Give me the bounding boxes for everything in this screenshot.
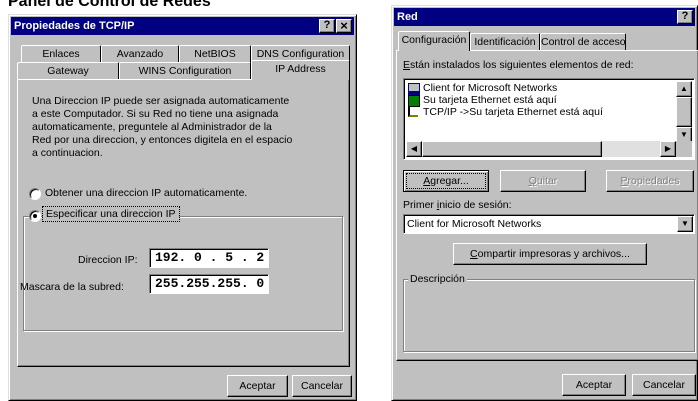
network-cancel-button[interactable]: Cancelar xyxy=(632,374,696,396)
protocol-icon xyxy=(408,107,418,117)
scroll-corner xyxy=(676,141,692,157)
vertical-scrollbar[interactable]: ▲ ▼ xyxy=(676,81,692,143)
adapter-icon xyxy=(408,95,420,107)
scroll-thumb[interactable] xyxy=(676,97,692,127)
description-label: Descripción xyxy=(408,273,467,285)
tab-wins-configuration[interactable]: WINS Configuration xyxy=(119,62,251,80)
close-button[interactable]: × xyxy=(336,19,352,33)
installed-components-label: Están instalados los siguientes elemento… xyxy=(403,59,634,71)
components-listbox[interactable]: Client for Microsoft Networks Su tarjeta… xyxy=(403,78,695,160)
tcpip-properties-dialog: Propiedades de TCP/IP ? × Enlaces Avanza… xyxy=(8,14,357,401)
ip-address-label: Direccion IP: xyxy=(78,254,138,266)
scroll-left-arrow[interactable]: ◀ xyxy=(406,141,422,157)
radio-auto-ip[interactable] xyxy=(29,188,41,200)
subnet-mask-label: Mascara de la subred: xyxy=(20,281,124,293)
ok-button[interactable]: Aceptar xyxy=(227,375,288,397)
subnet-mask-field[interactable]: 255.255.255. 0 xyxy=(149,274,269,294)
page-title: Panel de Control de Redes xyxy=(8,0,211,10)
properties-button[interactable]: Propiedades xyxy=(606,170,694,192)
network-ok-button[interactable]: Aceptar xyxy=(562,374,626,396)
network-dialog: Red ? Configuración Identificación Contr… xyxy=(391,5,698,401)
tcpip-tab-panel: Una Direccion IP puede ser asignada auto… xyxy=(17,79,350,367)
ip-description-text: Una Direccion IP puede ser asignada auto… xyxy=(32,95,293,159)
radio-selected-dot xyxy=(33,214,37,218)
tab-control-acceso[interactable]: Control de acceso xyxy=(540,33,626,51)
chevron-down-icon[interactable]: ▼ xyxy=(677,216,693,232)
tab-avanzado[interactable]: Avanzado xyxy=(101,45,179,63)
tcpip-window-title: Propiedades de TCP/IP xyxy=(14,20,135,32)
client-icon xyxy=(408,83,420,95)
tab-configuracion[interactable]: Configuración xyxy=(398,31,470,51)
ip-address-field[interactable]: 192. 0 . 5 . 2 xyxy=(149,248,269,268)
network-tab-panel: Están instalados los siguientes elemento… xyxy=(396,50,698,361)
component-item[interactable]: Client for Microsoft Networks xyxy=(423,82,557,94)
scroll-up-arrow[interactable]: ▲ xyxy=(676,81,692,97)
radio-auto-ip-label: Obtener una direccion IP automaticamente… xyxy=(45,187,248,199)
primary-logon-dropdown[interactable]: Client for Microsoft Networks ▼ xyxy=(403,214,695,234)
tab-gateway[interactable]: Gateway xyxy=(17,62,119,80)
add-button[interactable]: Agregar... xyxy=(403,170,489,192)
scroll-right-arrow[interactable]: ▶ xyxy=(660,141,676,157)
primary-logon-label: Primer inicio de sesión: xyxy=(403,199,512,211)
cancel-button[interactable]: Cancelar xyxy=(292,375,352,397)
scroll-hthumb[interactable] xyxy=(422,141,602,157)
component-item[interactable]: Su tarjeta Ethernet está aquí xyxy=(423,94,557,106)
tab-identificacion[interactable]: Identificación xyxy=(470,33,540,51)
help-button[interactable]: ? xyxy=(319,19,335,33)
tab-enlaces[interactable]: Enlaces xyxy=(21,45,101,63)
network-window-title: Red xyxy=(397,11,418,23)
network-help-button[interactable]: ? xyxy=(677,10,693,24)
tab-netbios[interactable]: NetBIOS xyxy=(179,45,251,63)
tab-ip-address[interactable]: IP Address xyxy=(251,60,350,80)
horizontal-scrollbar[interactable]: ◀ ▶ xyxy=(406,141,676,157)
remove-button[interactable]: Quitar xyxy=(500,170,586,192)
radio-specify-ip[interactable] xyxy=(29,210,41,222)
share-files-printers-button[interactable]: Compartir impresoras y archivos... xyxy=(453,243,647,265)
tcpip-titlebar: Propiedades de TCP/IP ? × xyxy=(11,17,354,35)
description-groupbox xyxy=(403,279,695,352)
radio-specify-ip-label: Especificar una direccion IP xyxy=(42,206,180,222)
network-titlebar: Red ? xyxy=(394,8,695,26)
component-item[interactable]: TCP/IP ->Su tarjeta Ethernet está aquí xyxy=(423,106,603,118)
primary-logon-value: Client for Microsoft Networks xyxy=(407,218,542,230)
